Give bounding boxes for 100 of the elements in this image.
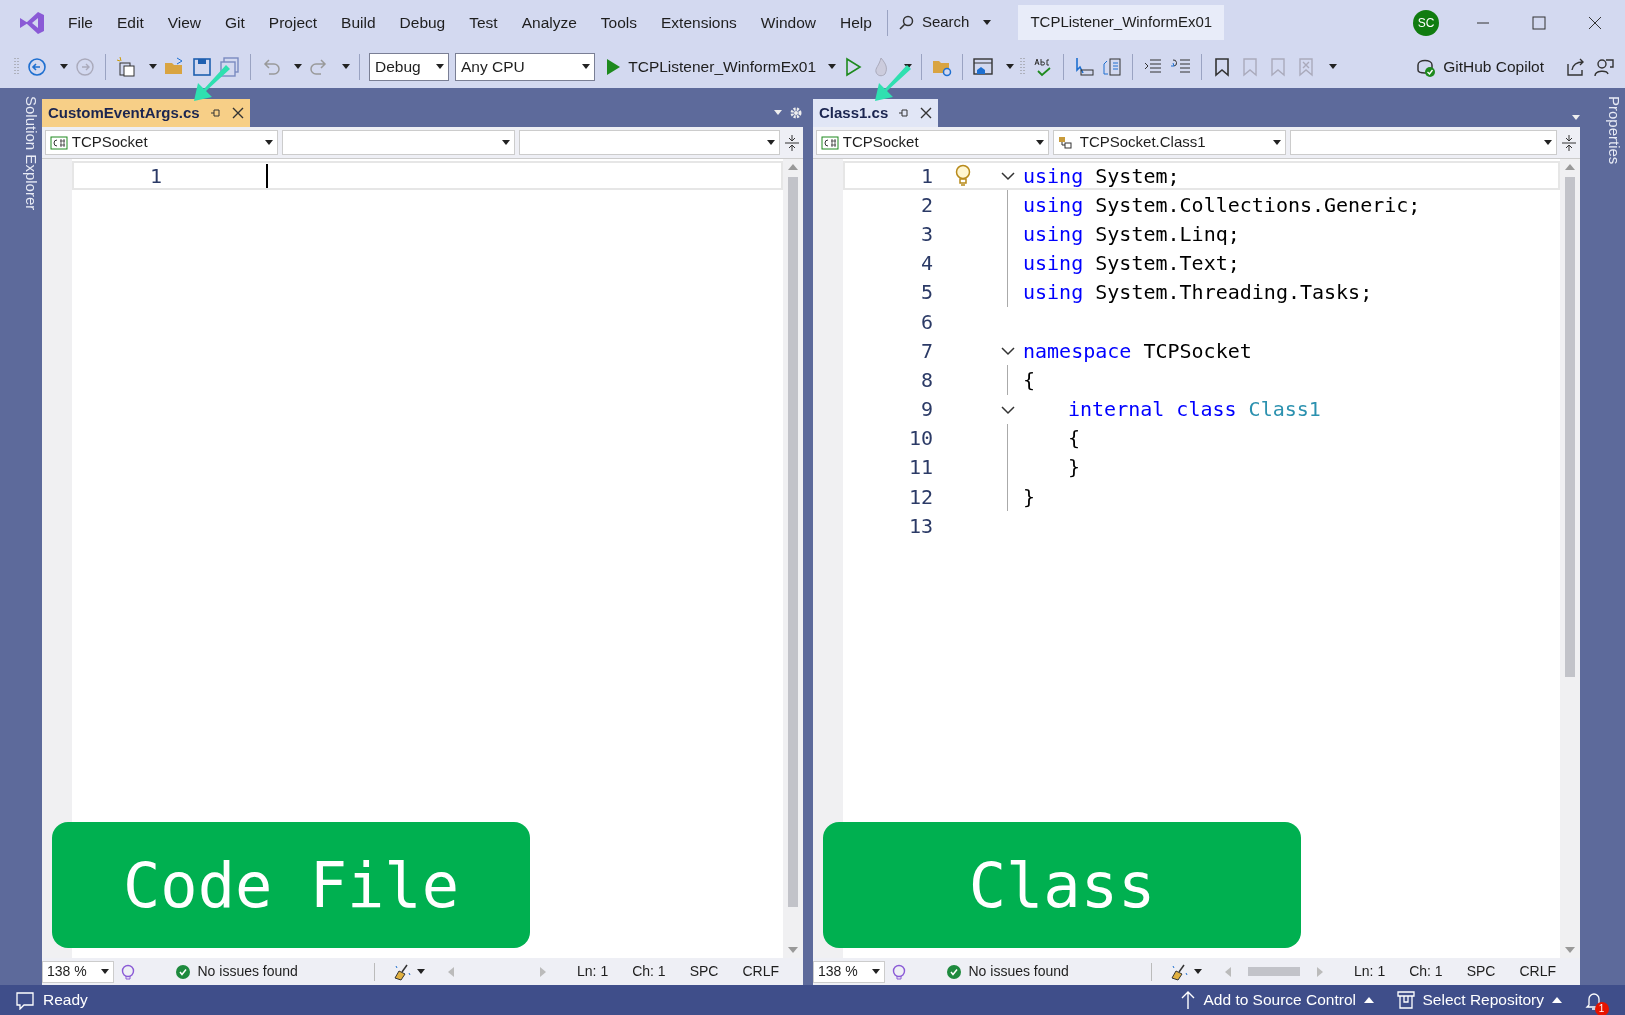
copilot-button[interactable]: GitHub Copilot [1413,54,1544,79]
annotation-label: Code File [52,822,530,948]
start-button[interactable]: TCPListener_WinformEx01 [604,54,817,79]
issues-status[interactable]: No issues found [176,961,298,982]
line-indicator[interactable]: Ln: 1 [577,961,609,982]
scroll-right-icon[interactable] [539,965,548,978]
pointer-icon[interactable] [1073,55,1096,78]
line-ending-indicator[interactable]: CRLF [742,961,779,982]
code-line: } [1023,483,1036,511]
close-icon[interactable] [920,107,933,119]
menu-item[interactable]: Window [748,10,828,35]
platform-dropdown[interactable]: Any CPU [455,52,595,81]
avatar[interactable]: SC [1413,9,1439,36]
document-tab[interactable]: Class1.cs [813,99,939,127]
line-indicator[interactable]: Ln: 1 [1354,961,1386,982]
maximize-icon[interactable] [1531,14,1547,31]
brain-icon[interactable] [120,963,136,980]
search-icon[interactable] [898,14,915,31]
code-line: using System.Linq; [1023,220,1240,248]
line-number: 3 [919,220,933,248]
project-dropdown[interactable]: TCPSocket [816,130,1049,155]
brain-icon[interactable] [891,963,907,980]
type-dropdown[interactable]: TCPSocket.Class1 [1053,130,1286,155]
line-number: 12 [907,483,933,511]
menu-item[interactable]: Extensions [649,10,749,35]
menu-item[interactable]: File [56,10,105,35]
cleanup-button[interactable] [1150,962,1202,981]
pin-icon[interactable] [209,107,222,119]
document-tab[interactable]: CustomEventArgs.cs [42,99,250,127]
zoom-dropdown[interactable]: 138 % [42,960,114,983]
zoom-dropdown[interactable]: 138 % [813,960,885,983]
line-number: 7 [919,337,933,365]
scroll-left-icon[interactable] [447,965,456,978]
pages-icon[interactable] [1101,55,1124,78]
whitespace-indicator[interactable]: SPC [689,961,719,982]
side-tab[interactable]: Solution Explorer [0,88,42,985]
scroll-right-icon[interactable] [1316,965,1325,978]
menu-item[interactable]: Tools [588,10,650,35]
menu-item[interactable]: Build [329,10,388,35]
settings-icon[interactable] [789,105,803,120]
menu-item[interactable]: Debug [387,10,458,35]
close-icon[interactable] [231,107,244,119]
line-number: 2 [919,191,933,219]
line-number: 9 [919,396,933,424]
menu-item[interactable]: Edit [105,10,156,35]
menu-item[interactable]: Test [457,10,510,35]
menu-item[interactable]: Project [256,10,330,35]
collapse-icon[interactable] [1001,404,1015,415]
horizontal-scrollbar[interactable] [447,965,548,978]
column-indicator[interactable]: Ch: 1 [1409,961,1443,982]
menu-item[interactable]: Help [828,10,884,35]
collapse-icon[interactable] [1001,171,1015,181]
save-icon[interactable] [191,55,213,78]
split-icon[interactable] [1561,133,1577,152]
split-icon[interactable] [784,133,800,152]
scroll-down-icon[interactable] [787,946,799,954]
collapse-icon[interactable] [1001,346,1015,357]
repository-button[interactable]: Select Repository [1396,988,1562,1012]
cleanup-button[interactable] [373,962,425,981]
line-ending-indicator[interactable]: CRLF [1519,961,1556,982]
search-button[interactable]: Search [890,11,999,34]
new-project-icon[interactable] [115,55,137,78]
broom-icon[interactable] [392,962,411,981]
scroll-up-icon[interactable] [1564,163,1576,171]
solution-title: TCPListener_WinformEx01 [1018,5,1225,40]
back-icon[interactable] [26,55,48,78]
code-line: { [1067,425,1081,453]
broom-icon[interactable] [1169,962,1188,981]
scroll-up-icon[interactable] [787,163,799,171]
message-icon [15,990,35,1010]
line-number: 10 [907,425,933,453]
whitespace-indicator[interactable]: SPC [1466,961,1496,982]
close-icon[interactable] [1587,14,1603,31]
menu-item[interactable]: Git [213,10,257,35]
code-line: } [1067,454,1081,482]
line-number: 6 [919,308,933,336]
source-control-button[interactable]: Add to Source Control [1179,988,1374,1012]
forward-icon[interactable] [74,55,96,78]
line-number: 11 [907,454,933,482]
lightbulb-icon[interactable] [954,163,972,188]
menu-item[interactable]: Analyze [509,10,589,35]
line-number: 8 [919,366,933,394]
scroll-left-icon[interactable] [1224,965,1233,978]
code-line: { [1023,366,1036,394]
side-tab[interactable]: Properties [1580,88,1625,985]
horizontal-scrollbar[interactable] [1224,965,1325,978]
configuration-dropdown[interactable]: Debug [369,52,449,81]
window-icon[interactable] [972,55,995,78]
play-icon[interactable] [604,57,621,76]
menu-item[interactable]: View [155,10,214,35]
issues-status[interactable]: No issues found [947,961,1069,982]
pin-icon[interactable] [898,107,911,119]
bell-icon[interactable] [1584,991,1603,1012]
column-indicator[interactable]: Ch: 1 [632,961,666,982]
check-circle-icon [176,964,190,979]
project-dropdown[interactable]: TCPSocket [45,130,278,155]
vertical-scrollbar[interactable] [783,159,803,958]
code-line: using System.Threading.Tasks; [1023,279,1373,307]
vertical-scrollbar[interactable] [1560,159,1580,958]
scroll-down-icon[interactable] [1564,946,1576,954]
